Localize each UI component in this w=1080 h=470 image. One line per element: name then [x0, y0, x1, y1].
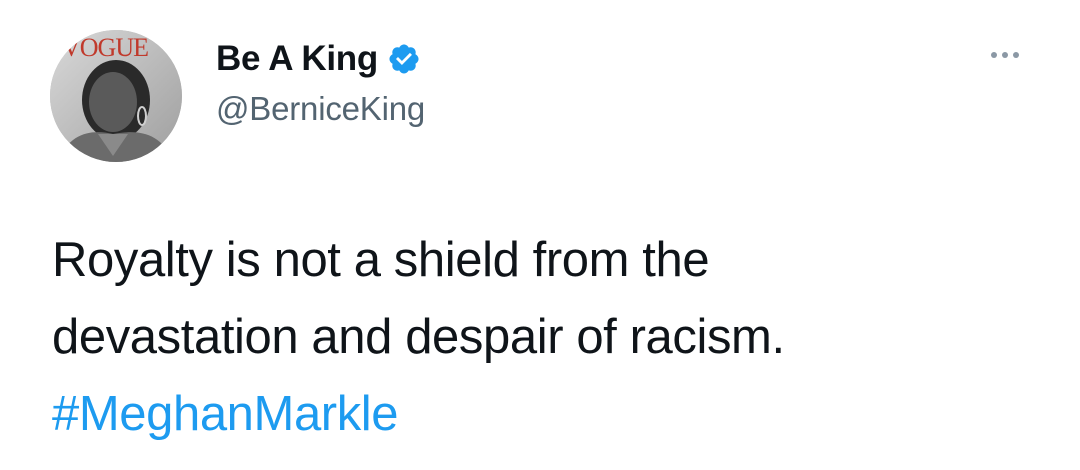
more-options-icon-dot [1013, 52, 1019, 58]
author-display-name[interactable]: Be A King [216, 39, 378, 79]
verified-badge-icon [387, 42, 421, 76]
tweet-card: VOGUE Be A King @BerniceKing Royalty is … [0, 0, 1080, 470]
svg-text:VOGUE: VOGUE [62, 33, 148, 62]
more-options-icon [991, 52, 997, 58]
tweet-text-line: devastation and despair of racism. [52, 310, 785, 364]
author-handle[interactable]: @BerniceKing [216, 90, 425, 128]
avatar-logo: VOGUE [62, 33, 149, 62]
avatar[interactable]: VOGUE [50, 30, 182, 162]
hashtag-link[interactable]: #MeghanMarkle [52, 376, 1052, 453]
author-name-row: Be A King [216, 36, 421, 82]
more-options-button[interactable] [980, 40, 1030, 70]
tweet-text: Royalty is not a shield from the devasta… [52, 222, 1052, 453]
tweet-text-line: Royalty is not a shield from the [52, 233, 710, 287]
more-options-icon-dot [1002, 52, 1008, 58]
